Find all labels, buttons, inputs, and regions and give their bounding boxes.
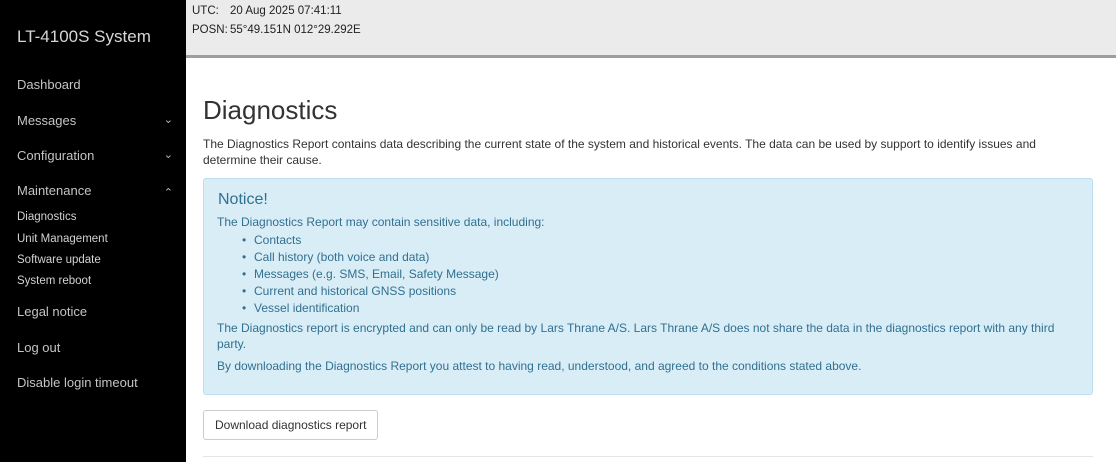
brand-title: LT-4100S System bbox=[17, 27, 151, 46]
subnav-unit-management[interactable]: Unit Management bbox=[17, 233, 108, 245]
nav-log-out-label: Log out bbox=[17, 340, 61, 355]
notice-consent-text: By downloading the Diagnostics Report yo… bbox=[217, 359, 862, 373]
nav-maintenance[interactable]: Maintenance ⌃ bbox=[17, 183, 177, 199]
nav-dashboard-label: Dashboard bbox=[17, 77, 81, 92]
posn-label: POSN: bbox=[192, 24, 228, 36]
utc-row: UTC: 20 Aug 2025 07:41:11 bbox=[192, 5, 342, 17]
notice-lead: The Diagnostics Report may contain sensi… bbox=[217, 215, 545, 229]
notice-title: Notice! bbox=[218, 191, 268, 208]
list-item: Call history (both voice and data) bbox=[242, 249, 499, 266]
chevron-down-icon: ⌄ bbox=[163, 114, 173, 126]
nav-messages-label: Messages bbox=[17, 113, 77, 128]
posn-row: POSN: 55°49.151N 012°29.292E bbox=[192, 24, 361, 36]
notice-list: Contacts Call history (both voice and da… bbox=[242, 232, 499, 317]
notice-box: Notice! The Diagnostics Report may conta… bbox=[203, 178, 1093, 395]
list-item: Current and historical GNSS positions bbox=[242, 283, 499, 300]
subnav-diagnostics[interactable]: Diagnostics bbox=[17, 211, 76, 223]
chevron-down-icon: ⌄ bbox=[163, 149, 173, 161]
subnav-software-update[interactable]: Software update bbox=[17, 254, 101, 266]
page-title: Diagnostics bbox=[203, 95, 338, 125]
list-item: Vessel identification bbox=[242, 300, 499, 317]
nav-maintenance-label: Maintenance bbox=[17, 183, 92, 198]
nav-legal-notice[interactable]: Legal notice bbox=[17, 304, 177, 319]
status-bar: UTC: 20 Aug 2025 07:41:11 POSN: 55°49.151N… bbox=[186, 0, 1116, 58]
nav-disable-login-timeout[interactable]: Disable login timeout bbox=[17, 375, 177, 390]
nav-legal-notice-label: Legal notice bbox=[17, 304, 88, 319]
utc-value: 20 Aug 2025 07:41:11 bbox=[230, 5, 342, 17]
nav-configuration[interactable]: Configuration ⌄ bbox=[17, 148, 177, 163]
download-diagnostics-button[interactable]: Download diagnostics report bbox=[203, 410, 379, 440]
nav-log-out[interactable]: Log out bbox=[17, 340, 177, 355]
list-item: Messages (e.g. SMS, Email, Safety Messag… bbox=[242, 266, 499, 283]
intro-text: The Diagnostics Report contains data des… bbox=[203, 137, 1036, 167]
main-content: Diagnostics The Diagnostics Report conta… bbox=[186, 61, 1116, 462]
nav-configuration-label: Configuration bbox=[17, 148, 95, 163]
chevron-up-icon: ⌃ bbox=[163, 187, 173, 199]
notice-encryption-text: The Diagnostics report is encrypted and … bbox=[217, 321, 1055, 351]
nav-disable-login-timeout-label: Disable login timeout bbox=[17, 375, 138, 390]
list-item: Contacts bbox=[242, 232, 499, 249]
utc-label: UTC: bbox=[192, 5, 219, 17]
nav-dashboard[interactable]: Dashboard bbox=[17, 77, 177, 92]
posn-value: 55°49.151N 012°29.292E bbox=[230, 24, 361, 36]
sidebar: LT-4100S System Dashboard Messages ⌄ Con… bbox=[0, 0, 186, 462]
nav-messages[interactable]: Messages ⌄ bbox=[17, 113, 177, 128]
divider bbox=[203, 456, 1093, 457]
subnav-system-reboot[interactable]: System reboot bbox=[17, 275, 91, 287]
